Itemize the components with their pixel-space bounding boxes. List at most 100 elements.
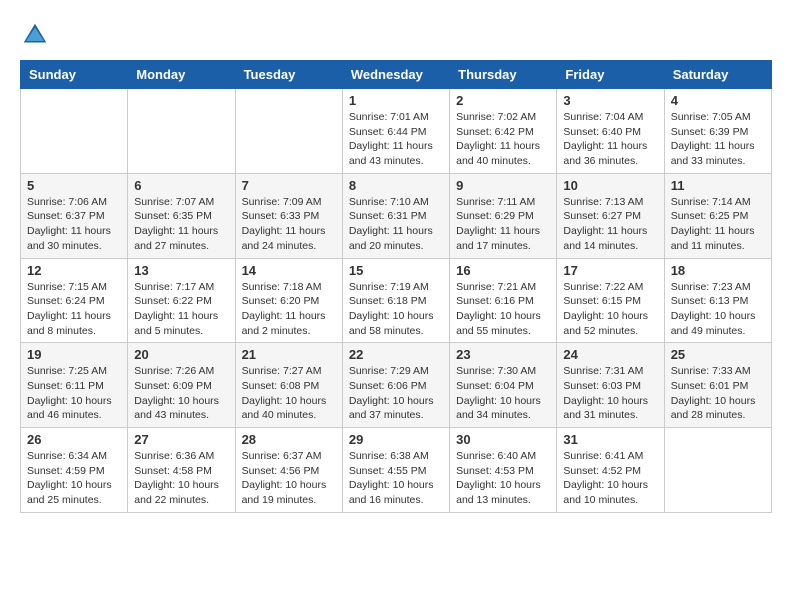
calendar-cell: 10 Sunrise: 7:13 AM Sunset: 6:27 PM Dayli…: [557, 173, 664, 258]
calendar-cell: 28 Sunrise: 6:37 AM Sunset: 4:56 PM Dayli…: [235, 428, 342, 513]
day-of-week-header: Sunday: [21, 61, 128, 89]
day-number: 20: [134, 347, 228, 362]
day-info: Sunrise: 7:07 AM Sunset: 6:35 PM Dayligh…: [134, 195, 228, 254]
day-of-week-header: Friday: [557, 61, 664, 89]
day-info: Sunrise: 7:13 AM Sunset: 6:27 PM Dayligh…: [563, 195, 657, 254]
day-info: Sunrise: 7:26 AM Sunset: 6:09 PM Dayligh…: [134, 364, 228, 423]
page-header: [20, 20, 772, 50]
day-info: Sunrise: 7:05 AM Sunset: 6:39 PM Dayligh…: [671, 110, 765, 169]
day-info: Sunrise: 7:33 AM Sunset: 6:01 PM Dayligh…: [671, 364, 765, 423]
day-number: 27: [134, 432, 228, 447]
day-number: 21: [242, 347, 336, 362]
calendar-cell: [664, 428, 771, 513]
logo-icon: [20, 20, 50, 50]
day-info: Sunrise: 7:17 AM Sunset: 6:22 PM Dayligh…: [134, 280, 228, 339]
day-number: 13: [134, 263, 228, 278]
calendar-cell: 17 Sunrise: 7:22 AM Sunset: 6:15 PM Dayli…: [557, 258, 664, 343]
day-number: 10: [563, 178, 657, 193]
calendar-cell: 9 Sunrise: 7:11 AM Sunset: 6:29 PM Daylig…: [450, 173, 557, 258]
calendar-week-row: 19 Sunrise: 7:25 AM Sunset: 6:11 PM Dayli…: [21, 343, 772, 428]
calendar-week-row: 1Sunrise: 7:01 AM Sunset: 6:44 PM Daylig…: [21, 89, 772, 174]
calendar-week-row: 26 Sunrise: 6:34 AM Sunset: 4:59 PM Dayli…: [21, 428, 772, 513]
day-info: Sunrise: 7:10 AM Sunset: 6:31 PM Dayligh…: [349, 195, 443, 254]
day-info: Sunrise: 7:19 AM Sunset: 6:18 PM Dayligh…: [349, 280, 443, 339]
calendar-cell: 12Sunrise: 7:15 AM Sunset: 6:24 PM Dayli…: [21, 258, 128, 343]
day-number: 17: [563, 263, 657, 278]
day-of-week-header: Monday: [128, 61, 235, 89]
calendar-cell: 24 Sunrise: 7:31 AM Sunset: 6:03 PM Dayli…: [557, 343, 664, 428]
calendar-week-row: 5 Sunrise: 7:06 AM Sunset: 6:37 PM Daylig…: [21, 173, 772, 258]
day-number: 28: [242, 432, 336, 447]
calendar-cell: 22 Sunrise: 7:29 AM Sunset: 6:06 PM Dayli…: [342, 343, 449, 428]
day-number: 29: [349, 432, 443, 447]
day-info: Sunrise: 7:01 AM Sunset: 6:44 PM Dayligh…: [349, 110, 443, 169]
day-info: Sunrise: 7:25 AM Sunset: 6:11 PM Dayligh…: [27, 364, 121, 423]
calendar-cell: 2Sunrise: 7:02 AM Sunset: 6:42 PM Daylig…: [450, 89, 557, 174]
calendar-cell: 6Sunrise: 7:07 AM Sunset: 6:35 PM Daylig…: [128, 173, 235, 258]
calendar-cell: 26 Sunrise: 6:34 AM Sunset: 4:59 PM Dayli…: [21, 428, 128, 513]
day-number: 3: [563, 93, 657, 108]
day-info: Sunrise: 7:18 AM Sunset: 6:20 PM Dayligh…: [242, 280, 336, 339]
calendar-cell: 23 Sunrise: 7:30 AM Sunset: 6:04 PM Dayli…: [450, 343, 557, 428]
day-number: 30: [456, 432, 550, 447]
day-info: Sunrise: 7:22 AM Sunset: 6:15 PM Dayligh…: [563, 280, 657, 339]
day-info: Sunrise: 7:09 AM Sunset: 6:33 PM Dayligh…: [242, 195, 336, 254]
day-info: Sunrise: 7:15 AM Sunset: 6:24 PM Dayligh…: [27, 280, 121, 339]
day-number: 16: [456, 263, 550, 278]
calendar-cell: 11 Sunrise: 7:14 AM Sunset: 6:25 PM Dayli…: [664, 173, 771, 258]
calendar-table: SundayMondayTuesdayWednesdayThursdayFrid…: [20, 60, 772, 513]
calendar-cell: 4Sunrise: 7:05 AM Sunset: 6:39 PM Daylig…: [664, 89, 771, 174]
day-number: 8: [349, 178, 443, 193]
calendar-cell: [21, 89, 128, 174]
calendar-cell: 15 Sunrise: 7:19 AM Sunset: 6:18 PM Dayli…: [342, 258, 449, 343]
day-number: 7: [242, 178, 336, 193]
day-of-week-header: Saturday: [664, 61, 771, 89]
calendar-cell: 7 Sunrise: 7:09 AM Sunset: 6:33 PM Daylig…: [235, 173, 342, 258]
calendar-cell: 19 Sunrise: 7:25 AM Sunset: 6:11 PM Dayli…: [21, 343, 128, 428]
day-number: 19: [27, 347, 121, 362]
calendar-cell: 13 Sunrise: 7:17 AM Sunset: 6:22 PM Dayli…: [128, 258, 235, 343]
calendar-cell: 20 Sunrise: 7:26 AM Sunset: 6:09 PM Dayli…: [128, 343, 235, 428]
day-number: 2: [456, 93, 550, 108]
day-info: Sunrise: 7:31 AM Sunset: 6:03 PM Dayligh…: [563, 364, 657, 423]
day-info: Sunrise: 6:34 AM Sunset: 4:59 PM Dayligh…: [27, 449, 121, 508]
day-number: 9: [456, 178, 550, 193]
calendar-header-row: SundayMondayTuesdayWednesdayThursdayFrid…: [21, 61, 772, 89]
day-number: 11: [671, 178, 765, 193]
calendar-cell: 5 Sunrise: 7:06 AM Sunset: 6:37 PM Daylig…: [21, 173, 128, 258]
day-number: 15: [349, 263, 443, 278]
calendar-cell: 8 Sunrise: 7:10 AM Sunset: 6:31 PM Daylig…: [342, 173, 449, 258]
calendar-cell: 27 Sunrise: 6:36 AM Sunset: 4:58 PM Dayli…: [128, 428, 235, 513]
day-info: Sunrise: 7:29 AM Sunset: 6:06 PM Dayligh…: [349, 364, 443, 423]
day-number: 26: [27, 432, 121, 447]
day-number: 23: [456, 347, 550, 362]
day-info: Sunrise: 7:14 AM Sunset: 6:25 PM Dayligh…: [671, 195, 765, 254]
day-info: Sunrise: 6:40 AM Sunset: 4:53 PM Dayligh…: [456, 449, 550, 508]
calendar-cell: 3 Sunrise: 7:04 AM Sunset: 6:40 PM Daylig…: [557, 89, 664, 174]
calendar-cell: 14Sunrise: 7:18 AM Sunset: 6:20 PM Dayli…: [235, 258, 342, 343]
day-info: Sunrise: 6:36 AM Sunset: 4:58 PM Dayligh…: [134, 449, 228, 508]
day-info: Sunrise: 7:30 AM Sunset: 6:04 PM Dayligh…: [456, 364, 550, 423]
calendar-cell: 21 Sunrise: 7:27 AM Sunset: 6:08 PM Dayli…: [235, 343, 342, 428]
calendar-cell: 29Sunrise: 6:38 AM Sunset: 4:55 PM Dayli…: [342, 428, 449, 513]
day-number: 24: [563, 347, 657, 362]
day-number: 25: [671, 347, 765, 362]
day-info: Sunrise: 6:37 AM Sunset: 4:56 PM Dayligh…: [242, 449, 336, 508]
calendar-cell: [235, 89, 342, 174]
calendar-cell: 30 Sunrise: 6:40 AM Sunset: 4:53 PM Dayli…: [450, 428, 557, 513]
day-info: Sunrise: 7:04 AM Sunset: 6:40 PM Dayligh…: [563, 110, 657, 169]
calendar-cell: 25 Sunrise: 7:33 AM Sunset: 6:01 PM Dayli…: [664, 343, 771, 428]
day-of-week-header: Wednesday: [342, 61, 449, 89]
day-number: 31: [563, 432, 657, 447]
day-of-week-header: Thursday: [450, 61, 557, 89]
calendar-cell: 18 Sunrise: 7:23 AM Sunset: 6:13 PM Dayli…: [664, 258, 771, 343]
day-info: Sunrise: 7:11 AM Sunset: 6:29 PM Dayligh…: [456, 195, 550, 254]
day-info: Sunrise: 7:06 AM Sunset: 6:37 PM Dayligh…: [27, 195, 121, 254]
day-info: Sunrise: 7:27 AM Sunset: 6:08 PM Dayligh…: [242, 364, 336, 423]
calendar-week-row: 12Sunrise: 7:15 AM Sunset: 6:24 PM Dayli…: [21, 258, 772, 343]
day-number: 18: [671, 263, 765, 278]
logo: [20, 20, 54, 50]
day-info: Sunrise: 7:23 AM Sunset: 6:13 PM Dayligh…: [671, 280, 765, 339]
day-number: 22: [349, 347, 443, 362]
day-number: 5: [27, 178, 121, 193]
